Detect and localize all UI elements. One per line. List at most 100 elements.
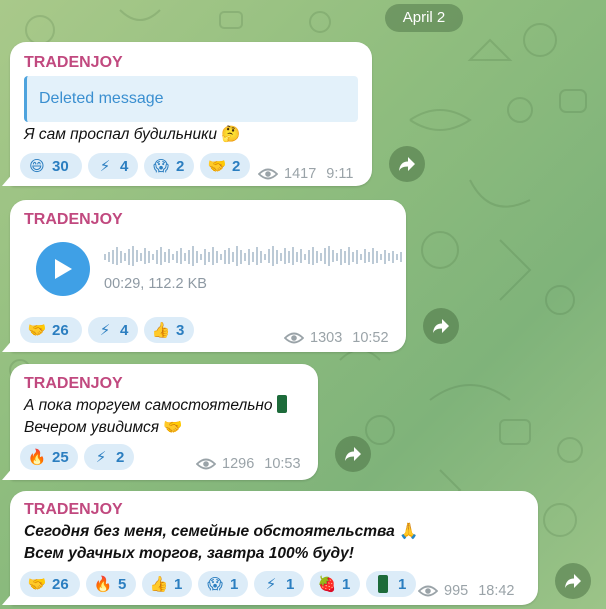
reaction-count: 30 xyxy=(52,157,69,175)
reaction-count: 2 xyxy=(232,157,241,175)
message-meta: 1296 10:53 xyxy=(196,456,301,472)
message-meta: 1417 9:11 xyxy=(258,166,353,182)
message-text: Я сам проспал будильники 🤔 xyxy=(24,126,241,143)
forward-arrow-icon xyxy=(565,574,581,588)
scream-emoji: 😱 xyxy=(153,158,169,175)
reaction-count: 4 xyxy=(120,321,129,339)
lightning-emoji: ⚡ xyxy=(95,449,107,466)
reactions-row: 🤝 26 🔥 5 👍 1 😱 1 ⚡ 1 🍓 1 1 xyxy=(20,571,416,597)
views-count: 995 xyxy=(444,583,469,599)
message-meta: 1303 10:52 xyxy=(284,330,389,346)
message-line: Сегодня без меня, семейные обстоятельств… xyxy=(24,523,395,540)
views-count: 1303 xyxy=(310,330,343,346)
reaction-chip[interactable]: ⚡ 2 xyxy=(84,444,134,470)
voice-waveform[interactable] xyxy=(104,244,404,268)
reaction-count: 3 xyxy=(176,321,185,339)
reaction-chip[interactable]: ⚡ 1 xyxy=(254,571,304,597)
voice-info: 00:29, 112.2 KB xyxy=(104,276,207,292)
reaction-chip[interactable]: ⚡ 4 xyxy=(88,153,138,179)
strawberry-emoji: 🍓 xyxy=(317,576,337,593)
handshake-emoji: 🤝 xyxy=(27,576,47,593)
message-bubble[interactable]: TRADENJOY 00:29, 112.2 KB 🤝 26 ⚡ 4 👍 3 1… xyxy=(10,200,406,352)
lightning-emoji: ⚡ xyxy=(265,576,277,593)
message-meta: 995 18:42 xyxy=(418,583,515,599)
lightning-emoji: ⚡ xyxy=(99,158,111,175)
scream-emoji: 😱 xyxy=(207,576,223,593)
reaction-count: 25 xyxy=(52,448,69,466)
reaction-chip[interactable]: 👍 3 xyxy=(144,317,194,343)
eye-icon xyxy=(284,332,304,344)
play-button[interactable] xyxy=(36,242,90,296)
handshake-emoji: 🤝 xyxy=(163,419,183,436)
thumbs-up-emoji: 👍 xyxy=(151,322,171,339)
reaction-count: 4 xyxy=(120,157,129,175)
reply-text: Deleted message xyxy=(39,90,164,107)
reaction-count: 1 xyxy=(342,575,351,593)
message-line: Вечером увидимся xyxy=(24,419,160,436)
reaction-chip[interactable]: 🤝 26 xyxy=(20,571,80,597)
thumbs-up-emoji: 👍 xyxy=(149,576,169,593)
reaction-count: 26 xyxy=(52,321,69,339)
grinning-emoji: 😄 xyxy=(29,158,45,175)
eye-icon xyxy=(196,458,216,470)
sender-name[interactable]: TRADENJOY xyxy=(24,375,123,393)
fire-emoji: 🔥 xyxy=(27,449,47,466)
forward-button[interactable] xyxy=(555,563,591,599)
reaction-chip[interactable]: 🔥 25 xyxy=(20,444,78,470)
reaction-chip[interactable]: ⚡ 4 xyxy=(88,317,138,343)
message-bubble[interactable]: TRADENJOY Deleted message Я сам проспал … xyxy=(10,42,372,186)
reactions-row: 🤝 26 ⚡ 4 👍 3 xyxy=(20,317,194,343)
handshake-emoji: 🤝 xyxy=(207,158,227,175)
message-time: 10:52 xyxy=(352,330,389,346)
reactions-row: 😄 30 ⚡ 4 😱 2 🤝 2 xyxy=(20,153,250,179)
forward-arrow-icon xyxy=(399,157,415,171)
reaction-chip[interactable]: 😱 1 xyxy=(198,571,248,597)
reaction-count: 5 xyxy=(118,575,127,593)
reply-quote[interactable]: Deleted message xyxy=(24,76,358,122)
forward-arrow-icon xyxy=(345,447,361,461)
message-text: Сегодня без меня, семейные обстоятельств… xyxy=(24,521,418,565)
message-time: 18:42 xyxy=(478,583,515,599)
eye-icon xyxy=(418,585,438,597)
message-line: Всем удачных торгов, завтра 100% буду! xyxy=(24,545,354,562)
reaction-chip[interactable]: 👍 1 xyxy=(142,571,192,597)
pray-emoji: 🙏 xyxy=(399,523,419,540)
reaction-count: 1 xyxy=(398,575,407,593)
fire-emoji: 🔥 xyxy=(93,576,113,593)
forward-button[interactable] xyxy=(335,436,371,472)
thinking-emoji: 🤔 xyxy=(221,126,241,143)
reaction-count: 1 xyxy=(286,575,295,593)
reaction-chip[interactable]: 😄 30 xyxy=(20,153,82,179)
sender-name[interactable]: TRADENJOY xyxy=(24,211,123,229)
reaction-count: 2 xyxy=(116,448,125,466)
reaction-count: 2 xyxy=(176,157,185,175)
reaction-chip[interactable]: 🍓 1 xyxy=(310,571,360,597)
lightning-emoji: ⚡ xyxy=(99,322,111,339)
views-count: 1417 xyxy=(284,166,317,182)
sender-name[interactable]: TRADENJOY xyxy=(24,501,123,519)
reaction-chip[interactable]: 🤝 26 xyxy=(20,317,82,343)
reaction-chip[interactable]: 🤝 2 xyxy=(200,153,250,179)
message-line: А пока торгуем самостоятельно xyxy=(24,397,273,414)
forward-button[interactable] xyxy=(423,308,459,344)
forward-button[interactable] xyxy=(389,146,425,182)
handshake-emoji: 🤝 xyxy=(27,322,47,339)
reaction-chip[interactable]: 1 xyxy=(366,571,416,597)
reaction-chip[interactable]: 🔥 5 xyxy=(86,571,136,597)
reactions-row: 🔥 25 ⚡ 2 xyxy=(20,444,134,470)
message-text: А пока торгуем самостоятельно Вечером ув… xyxy=(24,395,287,439)
candle-emoji xyxy=(372,574,394,594)
sender-name[interactable]: TRADENJOY xyxy=(24,54,123,72)
reaction-count: 1 xyxy=(230,575,239,593)
message-time: 9:11 xyxy=(326,166,354,182)
forward-arrow-icon xyxy=(433,319,449,333)
reaction-chip[interactable]: 😱 2 xyxy=(144,153,194,179)
reaction-count: 1 xyxy=(174,575,183,593)
views-count: 1296 xyxy=(222,456,255,472)
message-bubble[interactable]: TRADENJOY А пока торгуем самостоятельно … xyxy=(10,364,318,480)
eye-icon xyxy=(258,168,278,180)
message-time: 10:53 xyxy=(264,456,301,472)
date-separator: April 2 xyxy=(385,4,463,32)
reaction-count: 26 xyxy=(52,575,69,593)
message-bubble[interactable]: TRADENJOY Сегодня без меня, семейные обс… xyxy=(10,491,538,605)
